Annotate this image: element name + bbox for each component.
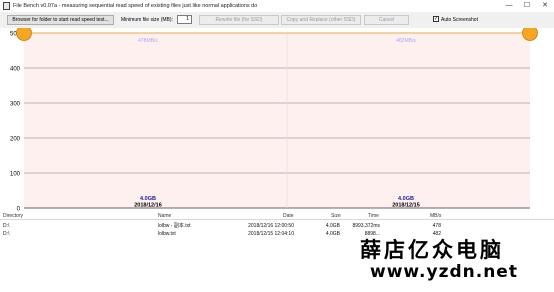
data-point-marker: [522, 28, 538, 41]
maximize-button[interactable]: ☐: [518, 0, 536, 12]
watermark-url: www.yzdn.net: [370, 262, 518, 282]
window-title: File Bench v0.07a - measuring sequential…: [13, 3, 258, 9]
browse-folder-button[interactable]: Browser for folder to start read speed t…: [7, 15, 114, 25]
y-tick-label: 100: [10, 172, 21, 178]
cell-time: 8993.372ms: [352, 223, 380, 229]
col-name[interactable]: Name: [158, 212, 171, 220]
min-file-size-label: Minimum file size (MB):: [121, 17, 173, 23]
speed-label: 482MB/s: [396, 38, 416, 44]
plot-area: [24, 33, 530, 208]
col-directory[interactable]: Directory: [3, 212, 23, 220]
cell-date: 2018/12/16 12:00:50: [248, 223, 294, 229]
col-date[interactable]: Date: [283, 212, 294, 220]
minimize-button[interactable]: —: [500, 0, 518, 12]
cell-speed: 478: [432, 223, 441, 229]
cell-directory: D:\: [3, 223, 10, 229]
cell-directory: D:\: [3, 231, 10, 237]
size-label: 4.0GB: [140, 196, 156, 202]
col-speed[interactable]: MB/s: [430, 212, 441, 220]
speed-chart-svg: 0100200300400500478MB/s4.0GB2018/12/1648…: [10, 28, 538, 212]
cell-size: 4.0GB: [325, 223, 340, 229]
copy-replace-button[interactable]: Copy and Replace (other SSD): [281, 15, 361, 25]
cancel-button[interactable]: Cancel: [364, 15, 409, 25]
y-tick-label: 300: [10, 102, 21, 108]
col-time[interactable]: Time: [368, 212, 379, 220]
cell-name: lolbw.txt: [158, 231, 176, 237]
table-row[interactable]: D:\ lolbw - 副本.txt 2018/12/16 12:00:50 4…: [0, 222, 554, 230]
cell-size: 4.0GB: [325, 231, 340, 237]
data-point-marker: [16, 28, 32, 41]
y-tick-label: 400: [10, 67, 21, 73]
size-label: 4.0GB: [398, 196, 414, 202]
rewrite-file-button[interactable]: Rewrite file (for SSD): [199, 15, 279, 25]
speed-chart: 0 100 200 300 400 500 478MB/s 4.0GB 2018/12/16 48…: [0, 28, 554, 212]
app-icon: [3, 2, 10, 10]
title-bar: File Bench v0.07a - measuring sequential…: [0, 0, 554, 12]
y-tick-label: 200: [10, 137, 21, 143]
col-size[interactable]: Size: [331, 212, 341, 220]
watermark-text: 薛店亿众电脑: [360, 237, 504, 262]
auto-screenshot-checkbox[interactable]: ✓: [433, 16, 439, 22]
auto-screenshot-label: Auto Screenshot: [441, 17, 478, 23]
date-label: 2018/12/15: [392, 203, 420, 209]
date-label: 2018/12/16: [134, 203, 162, 209]
cell-date: 2018/12/15 12:04:10: [248, 231, 294, 237]
close-button[interactable]: ✕: [536, 0, 554, 12]
speed-label: 478MB/s: [138, 38, 158, 44]
toolbar: Browser for folder to start read speed t…: [0, 12, 554, 28]
cell-name: lolbw - 副本.txt: [158, 223, 191, 229]
table-header: Directory Name Date Size Time MB/s: [0, 212, 554, 220]
min-file-size-input[interactable]: 1: [177, 15, 192, 24]
